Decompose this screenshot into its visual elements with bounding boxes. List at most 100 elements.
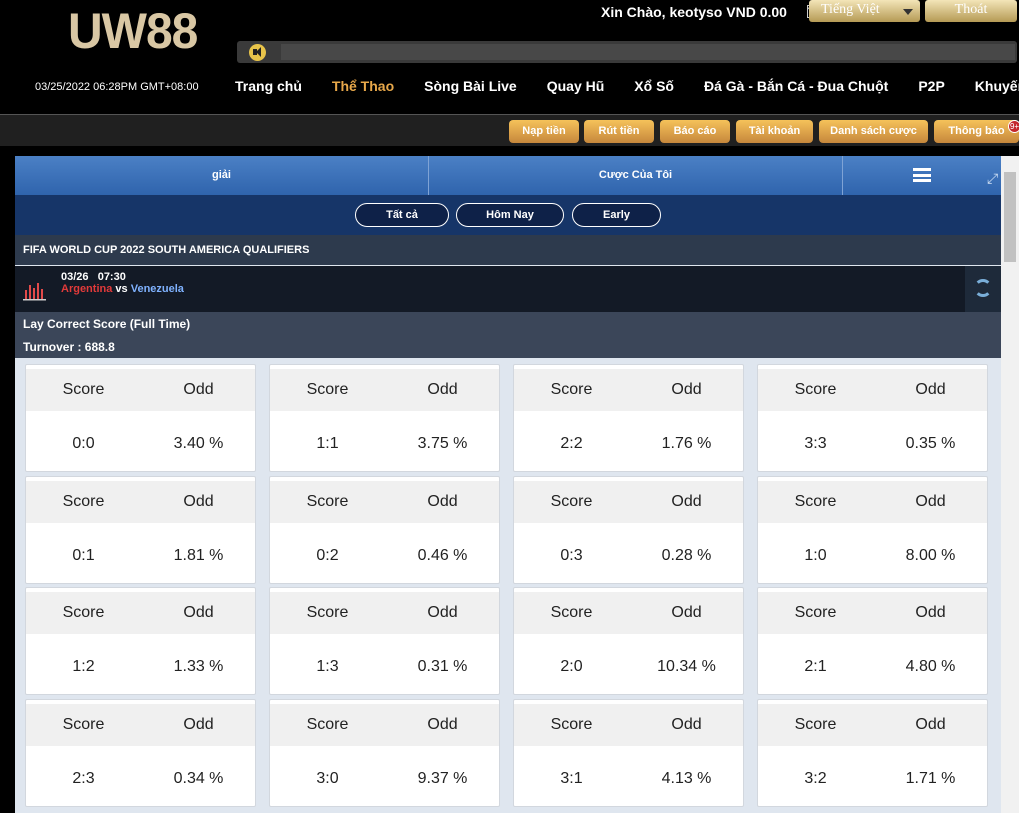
chevron-down-icon	[903, 9, 913, 15]
odds-card[interactable]: Score Odd 3:0 9.37 %	[269, 699, 500, 807]
notification-button[interactable]: Thông báo	[934, 120, 1019, 143]
odds-card-header: Score Odd	[270, 481, 499, 523]
odds-card[interactable]: Score Odd 0:2 0.46 %	[269, 476, 500, 584]
logout-button[interactable]: Thoát	[925, 0, 1017, 22]
score-value: 1:1	[316, 435, 339, 452]
odds-card[interactable]: Score Odd 2:0 10.34 %	[513, 587, 744, 695]
odds-card-header: Score Odd	[270, 704, 499, 746]
scrollbar-thumb[interactable]	[1004, 172, 1016, 262]
nav-cockfight-fishing-racing[interactable]: Đá Gà - Bắn Cá - Đua Chuột	[704, 78, 888, 98]
odds-card[interactable]: Score Odd 0:0 3.40 %	[25, 364, 256, 472]
refresh-icon	[974, 279, 992, 297]
odds-card-header: Score Odd	[26, 704, 255, 746]
odds-card[interactable]: Score Odd 3:1 4.13 %	[513, 699, 744, 807]
panel-tabs: giải Cược Của Tôi ⤢	[15, 156, 1001, 195]
odds-card[interactable]: Score Odd 1:2 1.33 %	[25, 587, 256, 695]
account-button[interactable]: Tài khoản	[736, 120, 813, 143]
menu-icon[interactable]	[913, 168, 931, 182]
tab-my-bets[interactable]: Cược Của Tôi	[429, 156, 842, 195]
score-value: 2:1	[804, 658, 827, 675]
odd-value[interactable]: 9.37 %	[385, 770, 500, 788]
odd-value[interactable]: 10.34 %	[629, 658, 744, 676]
odds-card-header: Score Odd	[758, 369, 987, 411]
odd-value[interactable]: 0.28 %	[629, 547, 744, 565]
filter-today[interactable]: Hôm Nay	[456, 203, 564, 227]
score-header: Score	[306, 604, 349, 621]
odd-value[interactable]: 0.31 %	[385, 658, 500, 676]
odds-card[interactable]: Score Odd 3:3 0.35 %	[757, 364, 988, 472]
odds-card-header: Score Odd	[758, 481, 987, 523]
score-header: Score	[306, 716, 349, 733]
odd-header: Odd	[915, 493, 946, 510]
filter-all[interactable]: Tất cả	[355, 203, 449, 227]
away-team: Venezuela	[130, 283, 184, 295]
nav-lottery[interactable]: Xổ Số	[634, 78, 674, 98]
score-value: 2:3	[72, 770, 95, 787]
odd-header: Odd	[183, 716, 214, 733]
expand-icon[interactable]: ⤢	[987, 170, 1001, 186]
odd-value[interactable]: 4.13 %	[629, 770, 744, 788]
odds-card[interactable]: Score Odd 2:1 4.80 %	[757, 587, 988, 695]
odd-value[interactable]: 3.40 %	[141, 435, 256, 453]
score-value: 1:0	[804, 547, 827, 564]
deposit-button[interactable]: Nạp tiền	[509, 120, 579, 143]
odds-card[interactable]: Score Odd 2:2 1.76 %	[513, 364, 744, 472]
odd-value[interactable]: 1.71 %	[873, 770, 988, 788]
odds-card[interactable]: Score Odd 0:3 0.28 %	[513, 476, 744, 584]
score-value: 0:3	[560, 547, 583, 564]
odd-value[interactable]: 1.76 %	[629, 435, 744, 453]
odd-value[interactable]: 8.00 %	[873, 547, 988, 565]
odds-card[interactable]: Score Odd 1:3 0.31 %	[269, 587, 500, 695]
turnover-label: Turnover : 688.8	[23, 340, 115, 354]
report-button[interactable]: Báo cáo	[660, 120, 730, 143]
bet-type-title: Lay Correct Score (Full Time)	[23, 317, 191, 331]
score-header: Score	[62, 716, 105, 733]
bet-type-header: Lay Correct Score (Full Time) Turnover :…	[15, 312, 1001, 358]
language-select[interactable]: Tiếng Việt	[809, 0, 920, 22]
odd-value[interactable]: 4.80 %	[873, 658, 988, 676]
stats-chart-icon[interactable]	[22, 280, 47, 302]
withdraw-button[interactable]: Rút tiền	[584, 120, 654, 143]
odds-card[interactable]: Score Odd 3:2 1.71 %	[757, 699, 988, 807]
refresh-button[interactable]	[965, 266, 1001, 312]
speaker-icon	[249, 44, 266, 61]
bet-list-button[interactable]: Danh sách cược	[819, 120, 928, 143]
odds-card-header: Score Odd	[270, 592, 499, 634]
odd-value[interactable]: 3.75 %	[385, 435, 500, 453]
filter-early[interactable]: Early	[572, 203, 661, 227]
nav-home[interactable]: Trang chủ	[235, 78, 302, 98]
odd-header: Odd	[183, 493, 214, 510]
score-header: Score	[794, 604, 837, 621]
nav-live-casino[interactable]: Sòng Bài Live	[424, 78, 517, 98]
score-header: Score	[550, 381, 593, 398]
score-header: Score	[550, 493, 593, 510]
odds-card[interactable]: Score Odd 1:0 8.00 %	[757, 476, 988, 584]
site-logo[interactable]: UW88	[68, 3, 198, 61]
nav-sports[interactable]: Thể Thao	[332, 78, 394, 98]
score-value: 0:2	[316, 547, 339, 564]
nav-promotions[interactable]: Khuyến mại	[975, 78, 1019, 98]
odds-card[interactable]: Score Odd 2:3 0.34 %	[25, 699, 256, 807]
scrollbar[interactable]	[1001, 156, 1019, 813]
odd-value[interactable]: 0.34 %	[141, 770, 256, 788]
odds-card[interactable]: Score Odd 1:1 3.75 %	[269, 364, 500, 472]
odd-value[interactable]: 0.46 %	[385, 547, 500, 565]
odd-header: Odd	[427, 493, 458, 510]
match-row[interactable]: 03/26 07:30 Argentina vs Venezuela	[15, 266, 1001, 312]
odd-value[interactable]: 1.33 %	[141, 658, 256, 676]
language-label: Tiếng Việt	[821, 2, 880, 17]
nav-slots[interactable]: Quay Hũ	[547, 78, 605, 98]
odd-value[interactable]: 0.35 %	[873, 435, 988, 453]
match-datetime: 03/26 07:30	[61, 271, 126, 283]
score-header: Score	[306, 493, 349, 510]
odd-value[interactable]: 1.81 %	[141, 547, 256, 565]
score-value: 0:1	[72, 547, 95, 564]
odds-grid: Score Odd 0:0 3.40 % Score Odd 1:1 3.75 % Score O…	[15, 358, 1001, 813]
announcement-marquee	[237, 41, 1017, 63]
score-value: 1:3	[316, 658, 339, 675]
odds-card[interactable]: Score Odd 0:1 1.81 %	[25, 476, 256, 584]
main-nav: Trang chủ Thể Thao Sòng Bài Live Quay Hũ…	[220, 78, 1019, 98]
tab-leagues[interactable]: giải	[15, 156, 428, 195]
odd-header: Odd	[671, 493, 702, 510]
nav-p2p[interactable]: P2P	[918, 78, 944, 98]
